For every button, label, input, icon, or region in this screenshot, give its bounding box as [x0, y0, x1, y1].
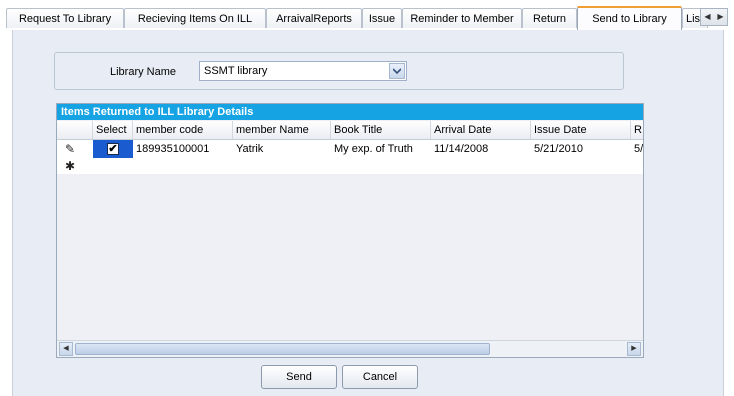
tab-send-to-library[interactable]: Send to Library: [577, 6, 682, 30]
scroll-left-icon[interactable]: ◀: [59, 342, 73, 356]
grid-header-row: Select member code member Name Book Titl…: [57, 121, 643, 140]
cancel-button[interactable]: Cancel: [342, 365, 418, 389]
edit-pencil-icon: ✎: [65, 142, 76, 156]
tab-arraival-reports[interactable]: ArraivalReports: [266, 8, 362, 28]
column-header-issue-date[interactable]: Issue Date: [531, 121, 631, 139]
tab-scroll-right-icon[interactable]: ▶: [714, 9, 727, 25]
table-row[interactable]: ✎ ✔ 189935100001 Yatrik My exp. of Truth…: [57, 140, 643, 158]
grid-caption: Items Returned to ILL Library Details: [57, 104, 643, 120]
cell-arrival-date: 11/14/2008: [434, 143, 489, 155]
cell-issue-date: 5/21/2010: [534, 143, 583, 155]
cell-member-name: Yatrik: [236, 143, 264, 155]
tab-scroll-buttons: ◀ ▶: [700, 8, 728, 26]
column-header-book-title[interactable]: Book Title: [331, 121, 431, 139]
tab-strip: Request To Library Recieving Items On IL…: [6, 6, 728, 30]
column-header-select[interactable]: Select: [93, 121, 133, 139]
tab-return[interactable]: Return: [522, 8, 577, 28]
column-header-r[interactable]: R: [631, 121, 643, 139]
select-cell[interactable]: ✔: [93, 140, 133, 158]
tab-recieving-items-on-ill[interactable]: Recieving Items On ILL: [124, 8, 266, 28]
items-returned-grid: Items Returned to ILL Library Details Se…: [56, 103, 644, 358]
row-header-corner: [57, 121, 93, 139]
library-name-label: Library Name: [110, 66, 177, 78]
select-checkbox[interactable]: ✔: [107, 143, 119, 155]
new-row-asterisk-icon: ✱: [65, 159, 76, 173]
library-name-combo[interactable]: SSMT library: [199, 61, 407, 81]
tab-reminder-to-member[interactable]: Reminder to Member: [402, 8, 522, 28]
column-header-member-code[interactable]: member code: [133, 121, 233, 139]
library-name-value: SSMT library: [204, 65, 268, 77]
new-row[interactable]: ✱: [57, 158, 643, 174]
tab-request-to-library[interactable]: Request To Library: [6, 8, 124, 28]
horizontal-scrollbar[interactable]: ◀ ▶: [57, 340, 643, 357]
send-button[interactable]: Send: [261, 365, 337, 389]
chevron-down-icon[interactable]: [389, 63, 405, 79]
scrollbar-thumb[interactable]: [75, 343, 490, 355]
column-header-arrival-date[interactable]: Arrival Date: [431, 121, 531, 139]
tab-scroll-left-icon[interactable]: ◀: [701, 9, 714, 25]
cell-book-title: My exp. of Truth: [334, 143, 413, 155]
column-header-member-name[interactable]: member Name: [233, 121, 331, 139]
scroll-right-icon[interactable]: ▶: [627, 342, 641, 356]
tab-issue[interactable]: Issue: [362, 8, 402, 28]
cell-extra: 5/2: [634, 143, 644, 155]
cell-member-code: 189935100001: [136, 143, 210, 155]
